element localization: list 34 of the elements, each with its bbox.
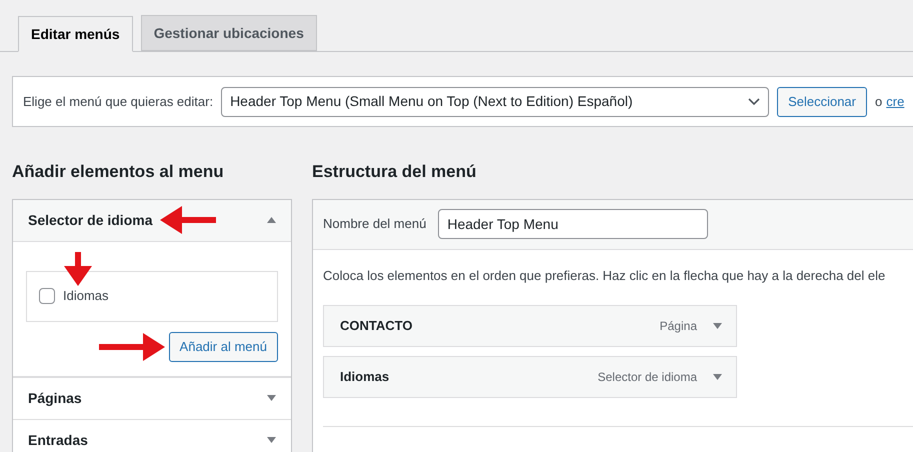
section-heading: Estructura del menú xyxy=(312,161,478,183)
tab[interactable]: Gestionar ubicaciones xyxy=(140,15,317,51)
select-button[interactable]: Seleccionar xyxy=(777,86,867,116)
expand-arrow-icon xyxy=(713,323,722,329)
arrow-icon xyxy=(160,206,216,234)
accordion-title: Páginas xyxy=(28,388,82,408)
arrow-icon xyxy=(98,332,165,360)
add-to-menu-button[interactable]: Añadir al menú xyxy=(168,332,278,362)
expand-arrow-icon xyxy=(267,395,276,401)
menu-name-field[interactable]: Header Top Menu xyxy=(438,209,708,239)
menu-item[interactable]: CONTACTO Página xyxy=(323,305,737,347)
name-label: Nombre del menú xyxy=(323,215,426,234)
menu-item-type: Página xyxy=(660,318,697,335)
section-heading: Añadir elementos al menu xyxy=(12,161,225,183)
chevron-down-icon xyxy=(748,98,760,106)
collapse-arrow-icon xyxy=(267,217,276,223)
menu-item-title: Idiomas xyxy=(340,368,390,386)
accordion-title: Entradas xyxy=(28,430,88,450)
tab[interactable]: Editar menús xyxy=(18,16,133,52)
menu-item-title: CONTACTO xyxy=(340,317,412,336)
accordion-title: Selector de idioma xyxy=(28,210,152,230)
menu-dropdown[interactable]: Header Top Menu (Small Menu on Top (Next to Edition) Español) xyxy=(221,86,770,116)
expand-arrow-icon xyxy=(267,437,276,443)
expand-arrow-icon xyxy=(713,374,722,380)
create-link[interactable]: cre xyxy=(886,92,904,112)
checkbox-item[interactable]: Idiomas xyxy=(39,286,265,306)
or-text: o xyxy=(875,92,882,111)
checkbox[interactable] xyxy=(39,288,55,304)
arrow-icon xyxy=(64,252,92,286)
select-label: Elige el menú que quieras editar: xyxy=(23,92,214,111)
instructions-text: Coloca los elementos en el orden que prefieras. Haz clic en la flecha que hay a la derecha del ele xyxy=(323,266,886,285)
menu-item[interactable]: Idiomas Selector de idioma xyxy=(323,356,737,398)
accordion-header[interactable]: Selector de idioma xyxy=(13,200,291,242)
menu-item-type: Selector de idioma xyxy=(598,369,697,386)
